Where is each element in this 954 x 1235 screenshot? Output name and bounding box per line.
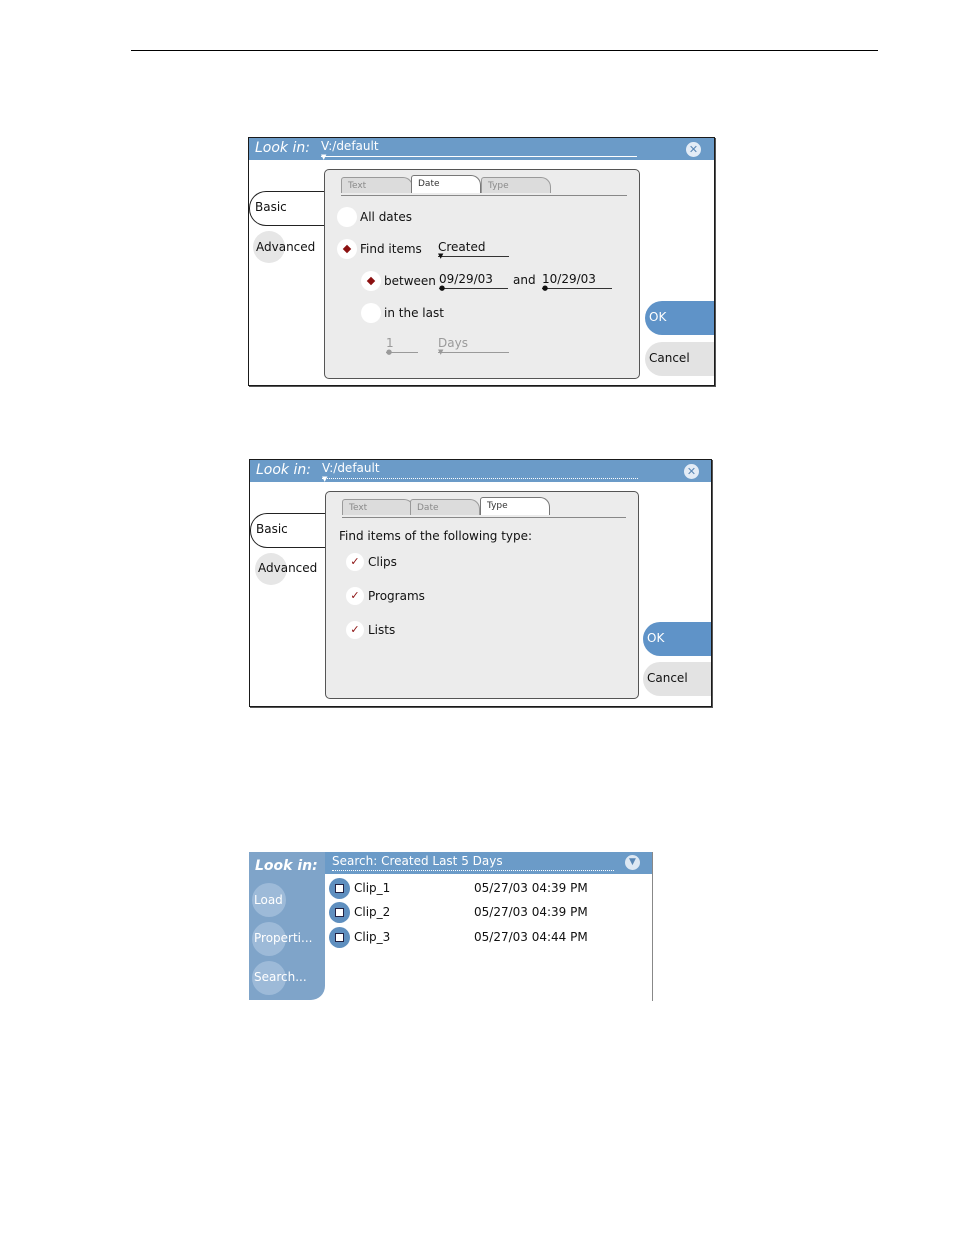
side-tab-basic-label: Basic bbox=[255, 200, 287, 214]
start-date-field[interactable]: 09/29/03 ● bbox=[439, 272, 508, 292]
type-heading: Find items of the following type: bbox=[339, 529, 533, 543]
clip-date: 05/27/03 04:39 PM bbox=[474, 881, 588, 895]
clip-date: 05/27/03 04:44 PM bbox=[474, 930, 588, 944]
programs-label: Programs bbox=[368, 589, 425, 603]
all-dates-radio[interactable] bbox=[337, 207, 357, 227]
clip-name: Clip_1 bbox=[354, 881, 391, 895]
lists-checkbox[interactable]: ✓ bbox=[346, 621, 364, 639]
tab-text[interactable]: Text bbox=[341, 177, 413, 193]
end-date-value: 10/29/03 bbox=[542, 272, 596, 286]
side-tab-basic-label: Basic bbox=[256, 522, 288, 536]
properties-button-label: Properti... bbox=[254, 931, 313, 945]
list-item[interactable]: Clip_3 05/27/03 04:44 PM bbox=[329, 927, 649, 949]
tab-type[interactable]: Type bbox=[480, 497, 550, 515]
radio-selected-dot bbox=[366, 276, 376, 286]
clips-checkbox[interactable]: ✓ bbox=[346, 553, 364, 571]
clip-icon bbox=[329, 902, 350, 923]
last-unit-select[interactable]: Days ▼ bbox=[438, 336, 509, 356]
clip-name: Clip_2 bbox=[354, 905, 391, 919]
programs-checkbox[interactable]: ✓ bbox=[346, 587, 364, 605]
find-mode-value: Created bbox=[438, 240, 486, 254]
ok-button-label: OK bbox=[647, 631, 665, 645]
ok-button-label: OK bbox=[649, 310, 667, 324]
start-date-value: 09/29/03 bbox=[439, 272, 493, 286]
clip-date: 05/27/03 04:39 PM bbox=[474, 905, 588, 919]
bin-border bbox=[652, 852, 653, 1001]
dialog-title-bar: Look in: V:/default ▼ ✕ bbox=[250, 460, 711, 483]
search-location-field[interactable]: Search: Created Last 5 Days bbox=[332, 854, 614, 871]
clip-icon bbox=[329, 878, 350, 899]
search-dialog-date: Look in: V:/default ▼ ✕ Basic Advanced T… bbox=[248, 137, 715, 386]
look-in-path-value: V:/default bbox=[322, 461, 380, 475]
look-in-label: Look in: bbox=[255, 140, 310, 156]
search-dialog-type: Look in: V:/default ▼ ✕ Basic Advanced T… bbox=[249, 459, 712, 707]
in-the-last-radio[interactable] bbox=[361, 303, 381, 323]
start-date-marker-icon: ● bbox=[439, 284, 446, 292]
ok-button[interactable]: OK bbox=[643, 622, 711, 656]
bin-location-bar: Search: Created Last 5 Days ▼ bbox=[325, 852, 652, 874]
between-label: between bbox=[384, 274, 436, 288]
path-dropdown-icon: ▼ bbox=[321, 153, 327, 161]
clip-bin-panel: Look in: Load Properti... Search... Sear… bbox=[249, 852, 654, 1001]
in-the-last-label: in the last bbox=[384, 306, 444, 320]
cancel-button-label: Cancel bbox=[647, 671, 688, 685]
all-dates-label: All dates bbox=[360, 210, 413, 224]
last-count-field[interactable]: 1 ● bbox=[386, 336, 418, 356]
look-in-path-value: V:/default bbox=[321, 139, 379, 153]
find-mode-select[interactable]: Created ▼ bbox=[438, 240, 509, 260]
clip-icon bbox=[329, 927, 350, 948]
clip-name: Clip_3 bbox=[354, 930, 391, 944]
look-in-label: Look in: bbox=[256, 462, 311, 478]
load-button-label: Load bbox=[254, 893, 283, 907]
cancel-button-label: Cancel bbox=[649, 351, 690, 365]
page-header-rule bbox=[131, 50, 878, 51]
list-item[interactable]: Clip_1 05/27/03 04:39 PM bbox=[329, 878, 649, 900]
look-in-label: Look in: bbox=[255, 858, 318, 874]
look-in-path-field[interactable]: V:/default ▼ bbox=[321, 139, 637, 161]
find-mode-dropdown-icon: ▼ bbox=[438, 252, 444, 260]
last-unit-dropdown-icon: ▼ bbox=[438, 348, 444, 356]
location-dropdown-button[interactable]: ▼ bbox=[625, 855, 640, 870]
tab-text[interactable]: Text bbox=[342, 499, 414, 515]
path-dropdown-icon: ▼ bbox=[322, 475, 328, 483]
side-tab-advanced-label: Advanced bbox=[256, 240, 316, 254]
side-tab-basic[interactable]: Basic bbox=[250, 513, 327, 548]
lists-label: Lists bbox=[368, 623, 396, 637]
search-location-value: Search: Created Last 5 Days bbox=[332, 854, 503, 868]
side-tab-basic[interactable]: Basic bbox=[249, 191, 326, 226]
clips-label: Clips bbox=[368, 555, 397, 569]
end-date-marker-icon: ● bbox=[542, 284, 549, 292]
list-item[interactable]: Clip_2 05/27/03 04:39 PM bbox=[329, 902, 649, 924]
last-count-marker-icon: ● bbox=[386, 348, 393, 356]
criteria-tab-strip: Text Date Type bbox=[342, 497, 626, 518]
end-date-field[interactable]: 10/29/03 ● bbox=[542, 272, 612, 292]
type-criteria-panel: Text Date Type Find items of the followi… bbox=[325, 491, 639, 699]
cancel-button[interactable]: Cancel bbox=[643, 662, 711, 696]
close-button[interactable]: ✕ bbox=[686, 142, 701, 157]
tab-date[interactable]: Date bbox=[410, 499, 480, 515]
criteria-tab-strip: Text Date Type bbox=[341, 175, 627, 196]
dialog-title-bar: Look in: V:/default ▼ ✕ bbox=[249, 138, 714, 161]
close-button[interactable]: ✕ bbox=[684, 464, 699, 479]
ok-button[interactable]: OK bbox=[645, 301, 714, 335]
and-label: and bbox=[513, 273, 536, 287]
radio-selected-dot bbox=[342, 244, 352, 254]
bin-sidebar: Look in: Load Properti... Search... bbox=[249, 852, 325, 1000]
look-in-path-field[interactable]: V:/default ▼ bbox=[322, 461, 638, 483]
tab-type[interactable]: Type bbox=[481, 177, 551, 193]
between-radio[interactable] bbox=[361, 271, 381, 291]
date-criteria-panel: Text Date Type All dates Find items Crea… bbox=[324, 169, 640, 379]
side-tab-advanced-label: Advanced bbox=[258, 561, 318, 575]
cancel-button[interactable]: Cancel bbox=[645, 342, 714, 376]
find-items-label: Find items bbox=[360, 242, 422, 256]
find-items-radio[interactable] bbox=[337, 239, 357, 259]
search-button-label: Search... bbox=[254, 970, 307, 984]
tab-date[interactable]: Date bbox=[411, 175, 481, 193]
